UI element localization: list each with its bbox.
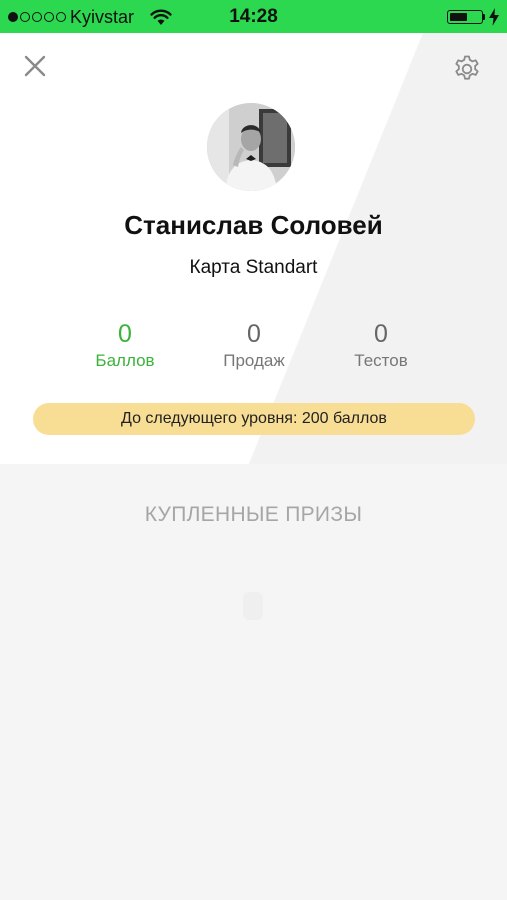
avatar-photo [207,103,295,191]
stat-tests[interactable]: 0 Тестов [311,319,451,371]
purchased-prizes-title: КУПЛЕННЫЕ ПРИЗЫ [144,503,363,526]
battery-level [450,13,467,21]
user-name: Станислав Соловей [124,210,383,240]
stat-value: 0 [247,320,261,348]
stat-label: Продаж [223,351,285,370]
level-progress-badge: До следующего уровня: 200 баллов [33,403,475,435]
battery-icon [447,10,483,24]
stat-label: Баллов [95,351,155,370]
charging-bolt-icon [489,8,499,26]
stat-sales[interactable]: 0 Продаж [184,319,324,371]
profile-card: Станислав Соловей Карта Standart 0 Балло… [0,33,507,464]
stat-points[interactable]: 0 Баллов [55,319,195,371]
stat-value: 0 [374,320,388,348]
empty-state-placeholder [243,592,263,620]
card-type: Карта Standart [189,257,318,278]
stat-label: Тестов [354,351,408,370]
status-bar: Kyivstar 14:28 [0,0,507,33]
close-icon[interactable] [22,53,48,79]
stat-value: 0 [118,320,132,348]
gear-icon[interactable] [452,52,482,82]
background-shade [0,33,507,464]
battery-tip [483,14,485,20]
status-time: 14:28 [229,6,278,27]
avatar[interactable] [207,103,295,191]
